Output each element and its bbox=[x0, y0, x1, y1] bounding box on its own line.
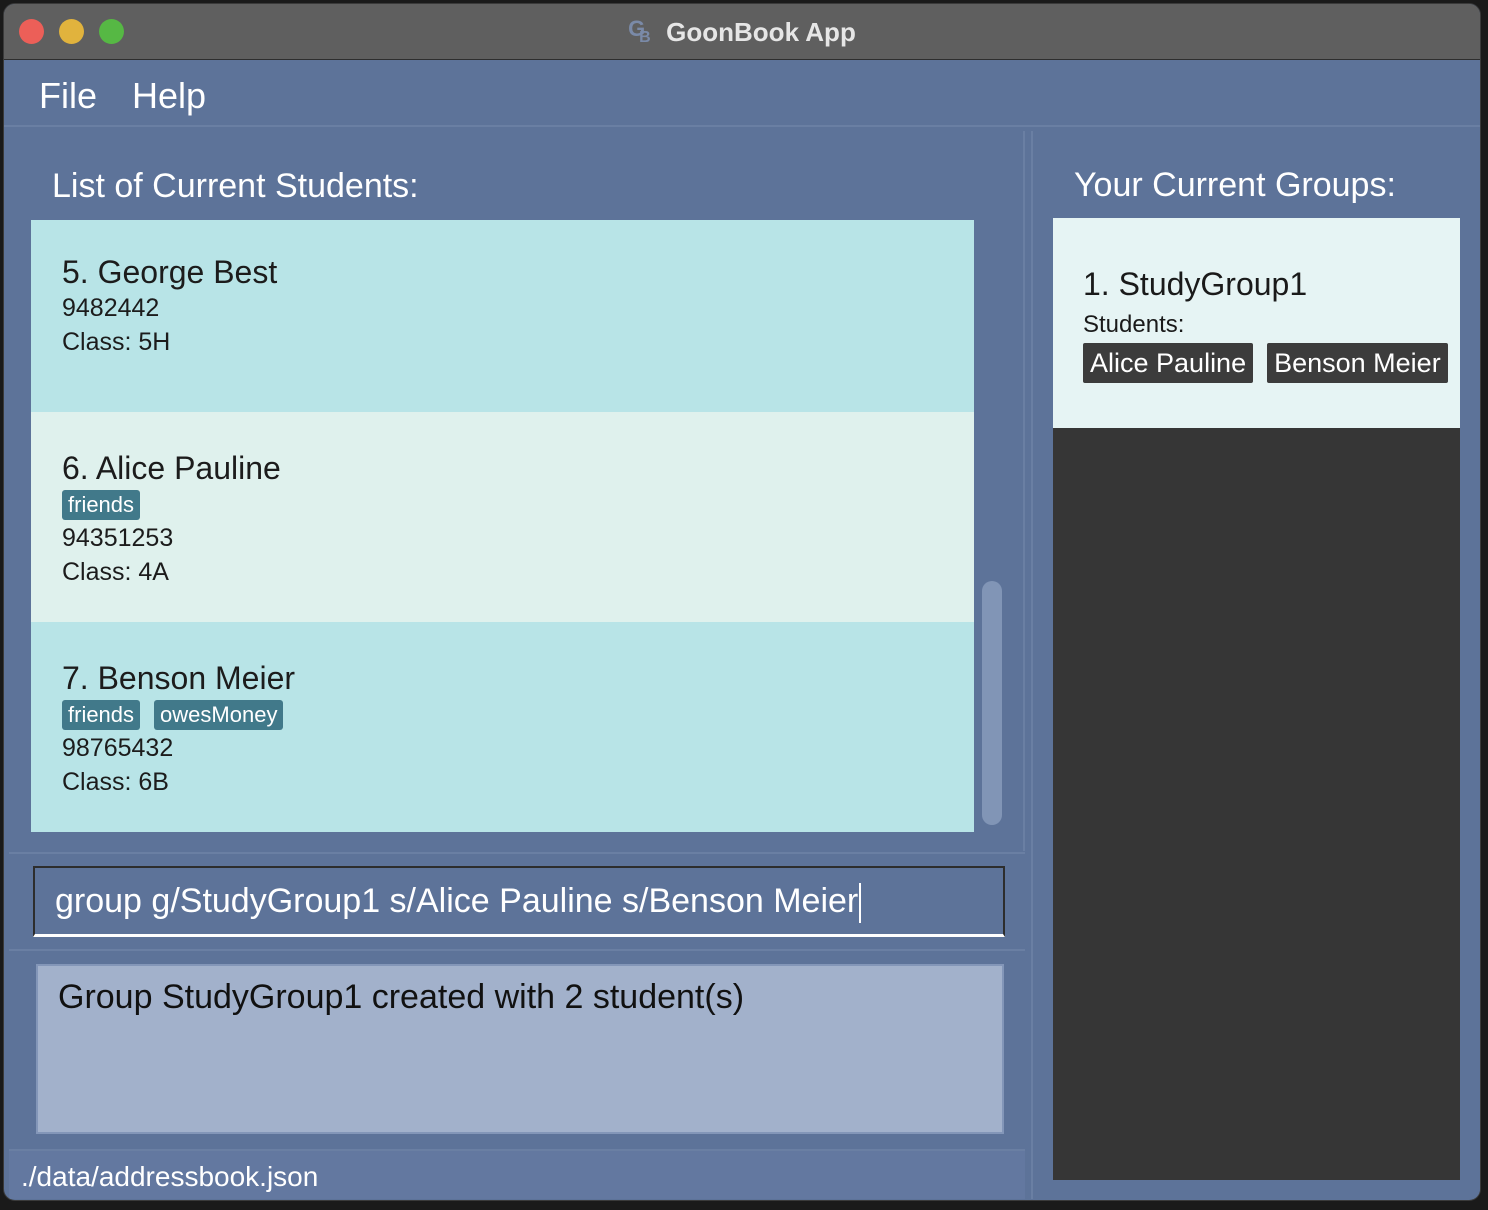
window-title: GoonBook App bbox=[666, 16, 856, 47]
command-input-text: group g/StudyGroup1 s/Alice Pauline s/Be… bbox=[55, 882, 859, 920]
student-tag: friends bbox=[62, 700, 141, 730]
student-tags: friends bbox=[62, 489, 974, 521]
student-phone: 98765432 bbox=[62, 734, 174, 762]
menu-file[interactable]: File bbox=[39, 75, 97, 117]
student-tag: friends bbox=[62, 490, 141, 520]
student-name: 6. Alice Pauline bbox=[62, 450, 281, 486]
app-window: GB GoonBook App File Help List of Curren… bbox=[3, 3, 1481, 1201]
group-member-tags: Alice Pauline Benson Meier bbox=[1083, 343, 1460, 383]
student-card[interactable]: 5. George Best 9482442 Class: 5H bbox=[31, 220, 974, 412]
student-phone: 9482442 bbox=[62, 294, 160, 322]
student-name: 5. George Best bbox=[62, 254, 278, 290]
goonbook-logo-icon: GB bbox=[628, 16, 651, 46]
group-member-tag: Benson Meier bbox=[1267, 343, 1448, 383]
menu-bar: File Help bbox=[4, 61, 1480, 127]
status-bar: ./data/addressbook.json bbox=[9, 1149, 1025, 1199]
command-input[interactable]: group g/StudyGroup1 s/Alice Pauline s/Be… bbox=[33, 866, 1005, 937]
text-caret bbox=[859, 883, 862, 924]
group-card[interactable]: 1. StudyGroup1 Students: Alice Pauline B… bbox=[1053, 218, 1460, 428]
title-bar: GB GoonBook App bbox=[4, 4, 1480, 60]
divider bbox=[9, 949, 1025, 951]
student-name: 7. Benson Meier bbox=[62, 660, 296, 696]
student-class: Class: 5H bbox=[62, 328, 171, 356]
groups-panel-header: Your Current Groups: bbox=[1074, 166, 1396, 204]
student-card[interactable]: 7. Benson Meier friends owesMoney 987654… bbox=[31, 622, 974, 832]
divider bbox=[9, 852, 1025, 854]
student-tags: friends owesMoney bbox=[62, 699, 974, 731]
student-class: Class: 4A bbox=[62, 558, 169, 586]
student-tag: owesMoney bbox=[154, 700, 284, 730]
students-panel: List of Current Students: 5. George Best… bbox=[9, 131, 1025, 851]
group-list[interactable]: 1. StudyGroup1 Students: Alice Pauline B… bbox=[1053, 218, 1460, 1180]
result-display: Group StudyGroup1 created with 2 student… bbox=[36, 964, 1004, 1134]
result-message: Group StudyGroup1 created with 2 student… bbox=[58, 978, 745, 1016]
groups-panel: Your Current Groups: 1. StudyGroup1 Stud… bbox=[1031, 131, 1480, 1199]
student-phone: 94351253 bbox=[62, 524, 174, 552]
group-students-label: Students: bbox=[1083, 311, 1185, 338]
student-class: Class: 6B bbox=[62, 768, 169, 796]
group-name: 1. StudyGroup1 bbox=[1083, 266, 1308, 302]
student-list-scrollbar[interactable] bbox=[982, 581, 1002, 825]
save-file-path: ./data/addressbook.json bbox=[21, 1161, 319, 1192]
scrollbar-thumb[interactable] bbox=[982, 581, 1002, 825]
students-panel-header: List of Current Students: bbox=[52, 167, 419, 205]
group-member-tag: Alice Pauline bbox=[1083, 343, 1254, 383]
menu-help[interactable]: Help bbox=[132, 75, 206, 117]
student-list[interactable]: 5. George Best 9482442 Class: 5H 6. Alic… bbox=[31, 220, 974, 832]
student-card[interactable]: 6. Alice Pauline friends 94351253 Class:… bbox=[31, 412, 974, 622]
